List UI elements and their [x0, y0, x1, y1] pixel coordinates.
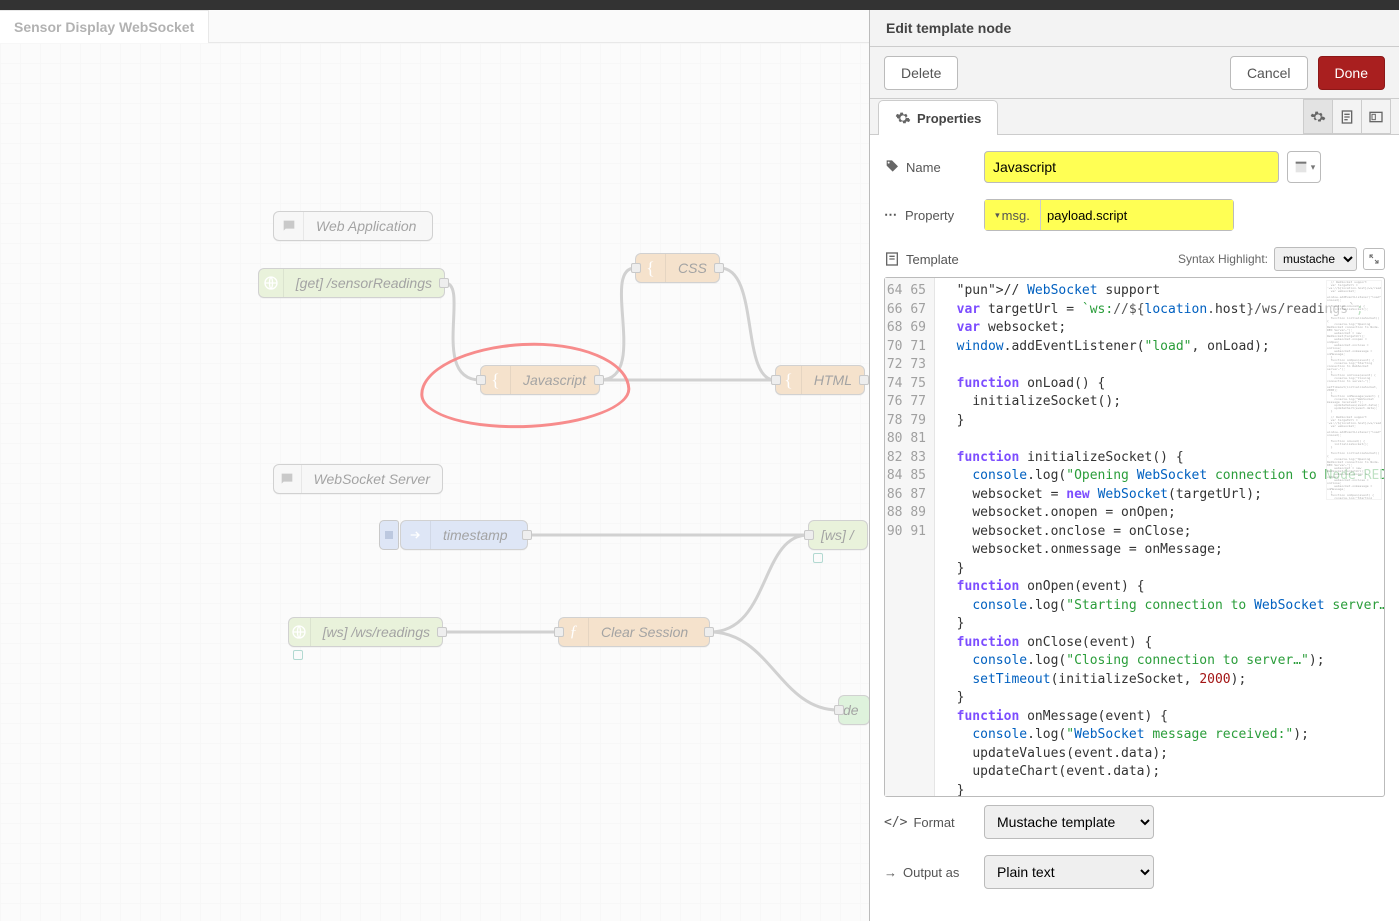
typed-input-type[interactable]: ▾ msg.	[985, 200, 1041, 230]
workspace-tab[interactable]: Sensor Display WebSocket	[0, 10, 209, 43]
inject-button[interactable]	[379, 520, 399, 550]
tag-icon	[884, 159, 900, 175]
template-node-javascript[interactable]: { Javascript	[480, 365, 600, 395]
node-label: [get] /sensorReadings	[284, 275, 444, 291]
editor-gutter: 64 65 66 67 68 69 70 71 72 73 74 75 76 7…	[885, 278, 935, 796]
template-icon	[884, 251, 900, 267]
node-input-port[interactable]	[804, 530, 814, 540]
name-input[interactable]	[984, 151, 1279, 183]
node-output-port[interactable]	[859, 375, 869, 385]
ellipsis-icon: ⋯	[884, 207, 899, 223]
status-indicator	[813, 553, 823, 563]
node-input-port[interactable]	[834, 705, 844, 715]
function-node-clear-session[interactable]: ƒ Clear Session	[558, 617, 710, 647]
delete-button[interactable]: Delete	[884, 56, 958, 90]
row-output: → Output as Plain text	[884, 855, 1385, 889]
node-output-port[interactable]	[714, 263, 724, 273]
syntax-select[interactable]: mustache	[1274, 247, 1357, 271]
node-label: [ws] /ws/readings	[311, 624, 442, 640]
window-topbar	[0, 0, 1399, 10]
node-label: timestamp	[431, 527, 520, 543]
typed-input[interactable]: ▾ msg.	[984, 199, 1234, 231]
editor-code[interactable]: "pun">// WebSocket support var targetUrl…	[935, 278, 1384, 796]
row-template-header: Template Syntax Highlight: mustache	[884, 247, 1385, 271]
node-input-port[interactable]	[631, 263, 641, 273]
panel-tab-bar: Properties	[870, 99, 1399, 135]
inject-node-timestamp[interactable]: timestamp	[400, 520, 528, 550]
node-input-port[interactable]	[771, 375, 781, 385]
syntax-label: Syntax Highlight:	[1178, 252, 1268, 266]
globe-icon	[259, 269, 284, 297]
row-property: ⋯ Property ▾ msg.	[884, 199, 1385, 231]
template-node-css[interactable]: { CSS	[635, 253, 720, 283]
panel-title: Edit template node	[870, 10, 1399, 47]
http-in-node[interactable]: [get] /sensorReadings	[258, 268, 445, 298]
output-label: → Output as	[884, 865, 984, 880]
comment-node-web-application[interactable]: Web Application	[273, 211, 433, 241]
globe-icon	[289, 618, 311, 646]
tab-description-icon[interactable]	[1332, 99, 1362, 134]
tab-properties[interactable]: Properties	[878, 100, 998, 135]
comment-node-websocket-server[interactable]: WebSocket Server	[273, 464, 443, 494]
panel-action-bar: Delete Cancel Done	[870, 47, 1399, 99]
expand-editor-button[interactable]	[1363, 248, 1385, 270]
format-select[interactable]: Mustache template	[984, 805, 1154, 839]
panel-body: Name ▾ ⋯ Property	[870, 135, 1399, 921]
row-format: </> Format Mustache template	[884, 805, 1385, 839]
template-label: Template	[906, 252, 959, 267]
code-icon: </>	[884, 815, 907, 830]
format-label: </> Format	[884, 815, 984, 830]
done-button[interactable]: Done	[1318, 56, 1385, 90]
node-label: [ws] /	[809, 527, 858, 543]
cancel-button[interactable]: Cancel	[1230, 56, 1308, 90]
node-output-port[interactable]	[437, 627, 447, 637]
typed-input-value[interactable]	[1041, 200, 1233, 230]
status-indicator	[293, 650, 303, 660]
debug-node[interactable]: de	[838, 695, 870, 725]
arrow-in-icon	[401, 521, 431, 549]
template-node-html[interactable]: { HTML	[775, 365, 865, 395]
tab-appearance-icon[interactable]	[1361, 99, 1391, 134]
node-label: Javascript	[511, 372, 598, 388]
code-editor[interactable]: 64 65 66 67 68 69 70 71 72 73 74 75 76 7…	[884, 277, 1385, 797]
output-select[interactable]: Plain text	[984, 855, 1154, 889]
arrow-right-icon: →	[884, 865, 897, 880]
comment-icon	[274, 465, 302, 493]
edit-panel: Edit template node Delete Cancel Done Pr…	[869, 10, 1399, 921]
websocket-out-node[interactable]: [ws] /	[808, 520, 868, 550]
node-label: HTML	[802, 372, 864, 388]
node-label: WebSocket Server	[302, 471, 442, 487]
row-name: Name ▾	[884, 151, 1385, 183]
websocket-in-node[interactable]: [ws] /ws/readings	[288, 617, 443, 647]
name-label: Name	[884, 159, 984, 175]
comment-icon	[274, 212, 304, 240]
gear-icon	[895, 110, 911, 126]
node-output-port[interactable]	[704, 627, 714, 637]
node-label: Clear Session	[589, 624, 700, 640]
node-output-port[interactable]	[439, 278, 449, 288]
tab-label: Properties	[917, 111, 981, 126]
icon-picker-button[interactable]: ▾	[1287, 151, 1321, 183]
node-label: Web Application	[304, 218, 428, 234]
tab-settings-icon[interactable]	[1303, 99, 1333, 134]
node-input-port[interactable]	[554, 627, 564, 637]
node-input-port[interactable]	[476, 375, 486, 385]
property-label: ⋯ Property	[884, 207, 984, 223]
node-output-port[interactable]	[522, 530, 532, 540]
node-label: CSS	[666, 260, 719, 276]
node-output-port[interactable]	[594, 375, 604, 385]
